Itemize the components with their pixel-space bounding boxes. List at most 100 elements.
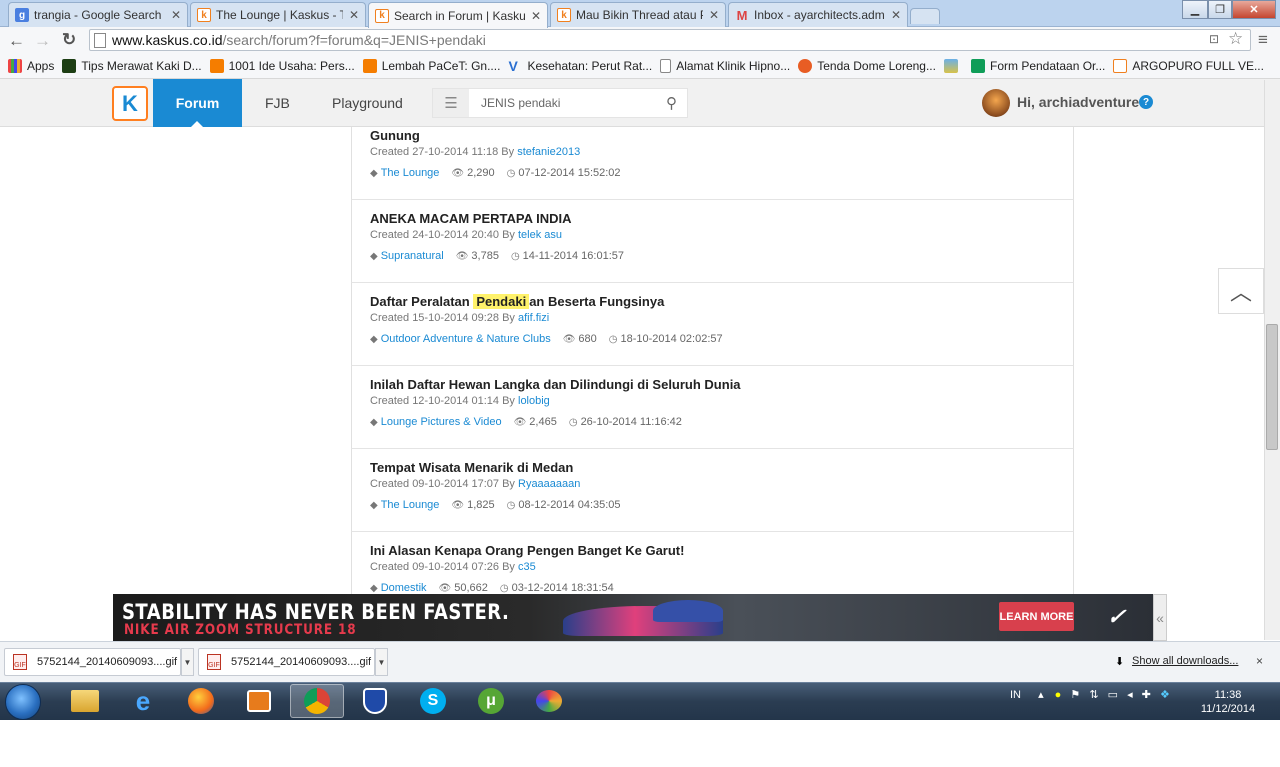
bookmark-item[interactable]: Alamat Klinik Hipno...: [660, 59, 790, 73]
thread-tags: ◆ Supranatural 👁 3,785 ◷ 14-11-2014 16:01:57: [370, 250, 624, 262]
translate-icon[interactable]: ⊡: [1209, 32, 1219, 46]
tab-inbox[interactable]: M Inbox - ayarchitects.adm ✕: [728, 2, 908, 27]
category-link[interactable]: Outdoor Adventure & Nature Clubs: [381, 333, 551, 345]
avatar[interactable]: [982, 89, 1010, 117]
author-link[interactable]: lolobig: [518, 395, 550, 407]
skype-icon[interactable]: S: [406, 684, 460, 718]
thread-title[interactable]: Gunung: [370, 128, 420, 143]
download-item[interactable]: GIF 5752144_20140609093....gif ▼: [198, 648, 388, 676]
media-player-icon[interactable]: [232, 684, 286, 718]
forward-icon[interactable]: →: [34, 31, 51, 51]
bookmark-item[interactable]: Lembah PaCeT: Gn....: [362, 59, 500, 73]
list-item[interactable]: ANEKA MACAM PERTAPA INDIA Created 24-10-…: [351, 200, 1074, 283]
category-link[interactable]: Supranatural: [381, 250, 444, 262]
chevron-up-icon[interactable]: ▴: [1038, 689, 1044, 701]
download-item[interactable]: GIF 5752144_20140609093....gif ▼: [4, 648, 194, 676]
thread-title[interactable]: Tempat Wisata Menarik di Medan: [370, 460, 573, 475]
ie-icon[interactable]: e: [116, 684, 170, 718]
close-icon[interactable]: ✕: [349, 8, 359, 22]
language-indicator[interactable]: IN: [1010, 689, 1021, 701]
kaskus-logo[interactable]: K: [112, 86, 148, 121]
chevron-down-icon[interactable]: ▼: [181, 648, 194, 676]
bookmark-label: Kesehatan: Perut Rat...: [527, 59, 653, 73]
start-button[interactable]: [5, 684, 41, 720]
author-link[interactable]: c35: [518, 561, 536, 573]
ad-banner[interactable]: STABILITY HAS NEVER BEEN FASTER. NIKE AI…: [113, 594, 1153, 641]
list-item[interactable]: Inilah Daftar Hewan Langka dan Dilindung…: [351, 366, 1074, 449]
close-icon[interactable]: ✕: [709, 8, 719, 22]
clock-icon: ◷: [499, 582, 509, 594]
network-icon[interactable]: ✚: [1142, 689, 1151, 701]
search-input[interactable]: [469, 96, 649, 110]
close-icon[interactable]: ×: [1256, 654, 1263, 668]
close-icon[interactable]: ✕: [531, 9, 541, 23]
author-link[interactable]: telek asu: [518, 229, 562, 241]
download-filename: 5752144_20140609093....gif: [37, 656, 178, 668]
utorrent-icon[interactable]: μ: [464, 684, 518, 718]
dropbox-icon[interactable]: ❖: [1160, 689, 1170, 701]
thread-title[interactable]: ANEKA MACAM PERTAPA INDIA: [370, 211, 572, 226]
thread-title[interactable]: Inilah Daftar Hewan Langka dan Dilindung…: [370, 377, 741, 392]
back-icon[interactable]: ←: [8, 31, 25, 51]
volume-icon[interactable]: ◂: [1127, 689, 1133, 701]
bookmark-item[interactable]: Tips Merawat Kaki D...: [62, 59, 202, 73]
explorer-icon[interactable]: [58, 684, 112, 718]
close-icon[interactable]: ✕: [891, 8, 901, 22]
bookmark-item[interactable]: 1001 Ide Usaha: Pers...: [209, 59, 355, 73]
list-item[interactable]: Daftar Peralatan Pendaki an Beserta Fungs…: [351, 283, 1074, 366]
list-item[interactable]: Gunung Created 27-10-2014 11:18 By stefa…: [351, 127, 1074, 200]
star-icon[interactable]: ☆: [1228, 29, 1243, 49]
category-link[interactable]: The Lounge: [381, 167, 440, 179]
close-icon[interactable]: ✕: [171, 8, 181, 22]
author-link[interactable]: stefanie2013: [517, 146, 580, 158]
thread-title[interactable]: Daftar Peralatan Pendaki an Beserta Fungs…: [370, 294, 664, 309]
usb-icon[interactable]: ⇅: [1089, 689, 1098, 701]
address-bar[interactable]: www.kaskus.co.id/search/forum?f=forum&q=…: [89, 29, 1251, 51]
author-link[interactable]: Ryaaaaaaan: [518, 478, 580, 490]
minimize-button[interactable]: ▁: [1182, 0, 1208, 19]
nav-forum[interactable]: Forum: [153, 79, 242, 127]
author-link[interactable]: afif.fizi: [518, 312, 549, 324]
show-all-downloads-link[interactable]: Show all downloads...: [1132, 655, 1238, 667]
shield-icon[interactable]: [348, 684, 402, 718]
nav-fjb[interactable]: FJB: [265, 79, 290, 127]
close-window-button[interactable]: ✕: [1232, 0, 1276, 19]
learn-more-button[interactable]: LEARN MORE: [999, 602, 1074, 631]
list-item[interactable]: Tempat Wisata Menarik di Medan Created 0…: [351, 449, 1074, 532]
tab-search-in-forum[interactable]: k Search in Forum | Kaskus ✕: [368, 2, 548, 28]
tab-the-lounge[interactable]: k The Lounge | Kaskus - The ✕: [190, 2, 366, 27]
monitor-icon[interactable]: ▭: [1108, 689, 1118, 701]
chevron-down-icon[interactable]: ▼: [375, 648, 388, 676]
help-icon[interactable]: ?: [1139, 95, 1153, 109]
firefox-icon[interactable]: [174, 684, 228, 718]
list-icon[interactable]: ☰: [433, 89, 469, 117]
reload-icon[interactable]: ↻: [62, 30, 76, 50]
tab-google-search[interactable]: g trangia - Google Search ✕: [8, 2, 188, 27]
bookmark-item[interactable]: Tenda Dome Loreng...: [798, 59, 936, 73]
search-icon[interactable]: ⚲: [666, 94, 677, 112]
user-greeting[interactable]: Hi, archiadventure: [1017, 94, 1139, 110]
tray-app-icon[interactable]: ●: [1055, 689, 1062, 701]
list-item[interactable]: Ini Alasan Kenapa Orang Pengen Banget Ke…: [351, 532, 1074, 595]
flag-icon[interactable]: ⚑: [1070, 689, 1080, 701]
clock[interactable]: 11:38 11/12/2014: [1198, 688, 1258, 716]
category-link[interactable]: Lounge Pictures & Video: [381, 416, 502, 428]
bookmark-apps[interactable]: Apps: [8, 59, 54, 73]
thread-title[interactable]: Ini Alasan Kenapa Orang Pengen Banget Ke…: [370, 543, 684, 558]
paint-icon[interactable]: [522, 684, 576, 718]
chrome-icon[interactable]: [290, 684, 344, 718]
scrollbar-thumb[interactable]: [1266, 324, 1278, 450]
tab-bikin-thread[interactable]: k Mau Bikin Thread atau Po ✕: [550, 2, 726, 27]
category-link[interactable]: The Lounge: [381, 499, 440, 511]
bookmark-item[interactable]: [943, 59, 963, 73]
scroll-to-top-button[interactable]: ︿: [1218, 268, 1264, 314]
category-link[interactable]: Domestik: [381, 582, 427, 594]
maximize-button[interactable]: ❐: [1208, 0, 1232, 19]
bookmark-item[interactable]: ARGOPURO FULL VE...: [1113, 59, 1264, 73]
new-tab-button[interactable]: [910, 8, 940, 24]
menu-icon[interactable]: ≡: [1258, 30, 1268, 50]
bookmark-item[interactable]: V Kesehatan: Perut Rat...: [508, 59, 652, 73]
bookmark-item[interactable]: Form Pendataan Or...: [970, 59, 1105, 73]
nav-playground[interactable]: Playground: [332, 79, 403, 127]
collapse-ad-button[interactable]: «: [1153, 594, 1167, 641]
